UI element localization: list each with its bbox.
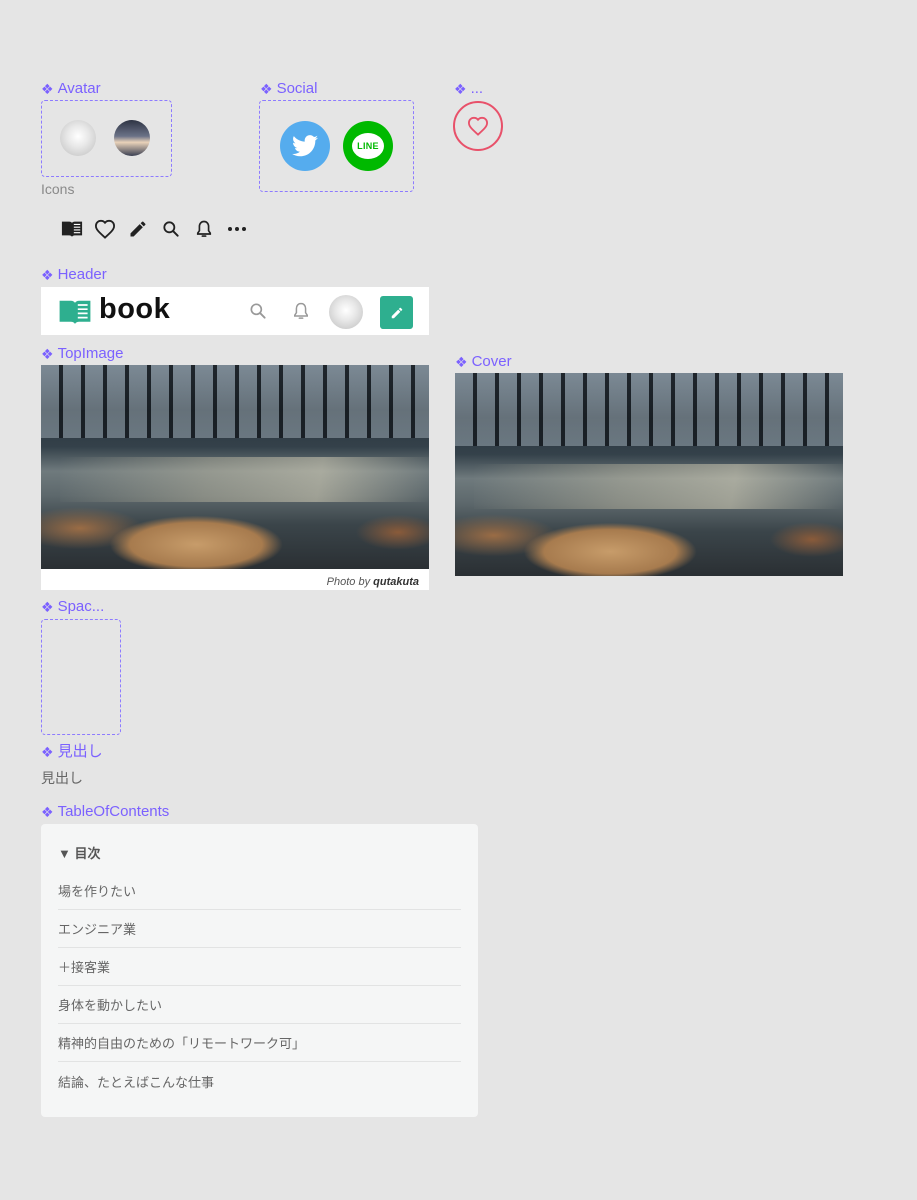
spacer-frame [41,619,121,735]
component-icon: ❖ [260,81,273,97]
component-icon: ❖ [41,744,54,760]
component-label-text: Spac... [57,598,105,615]
component-icon: ❖ [41,599,54,615]
component-label-ellipsis: ❖ ... [454,80,483,98]
toc-title[interactable]: ▼ 目次 [58,843,100,862]
component-label-text: ... [470,80,484,97]
caption-prefix: Photo by [326,576,371,588]
like-button[interactable] [453,101,503,151]
component-label-header: ❖ Header [41,266,107,284]
avatar[interactable] [329,295,363,329]
toc-item[interactable]: ＋接客業 [58,948,461,986]
component-icon: ❖ [41,267,54,283]
component-label-toc: ❖ TableOfContents [41,803,169,821]
component-label-cover: ❖ Cover [455,353,512,371]
top-image: Photo by qutakuta [41,365,429,590]
search-icon[interactable] [248,301,268,326]
component-label-text: 見出し [57,743,103,760]
component-label-text: TableOfContents [57,803,170,820]
toc-item[interactable]: 精神的自由のための「リモートワーク可」 [58,1024,461,1062]
component-label-avatar: ❖ Avatar [41,80,101,98]
component-label-text: Social [276,80,318,97]
photo-floor [474,464,843,509]
component-label-text: Header [57,266,107,283]
pencil-icon [391,307,402,318]
twitter-bird-icon [292,135,318,157]
photo-windows [41,365,429,439]
pencil-icon[interactable] [127,218,149,240]
heading-text: 見出し [41,770,83,786]
component-label-social: ❖ Social [260,80,317,98]
photo-windows [455,373,843,447]
edit-button[interactable] [380,296,413,329]
twitter-button[interactable] [280,121,330,171]
component-label-spacer: ❖ Spac... [41,598,104,616]
search-icon[interactable] [160,218,182,240]
book-logo-icon [57,298,93,331]
toc-item[interactable]: 場を作りたい [58,872,461,910]
toc-item[interactable]: 身体を動かしたい [58,986,461,1024]
component-icon: ❖ [41,81,54,97]
line-button[interactable]: LINE [343,121,393,171]
bell-icon[interactable] [291,300,311,327]
avatar[interactable] [114,120,150,156]
icon-row [61,218,248,240]
component-label-text: Avatar [57,80,101,97]
icons-label: Icons [41,181,75,197]
component-icon: ❖ [455,354,468,370]
heart-icon[interactable] [94,218,116,240]
line-logo-text: LINE [357,141,379,151]
component-icon: ❖ [454,81,467,97]
line-logo-icon: LINE [352,133,384,159]
toc-item[interactable]: エンジニア業 [58,910,461,948]
avatar[interactable] [60,120,96,156]
photo-floor [60,456,429,502]
table-of-contents: ▼ 目次 場を作りたい エンジニア業 ＋接客業 身体を動かしたい 精神的自由のた… [41,824,478,1117]
component-icon: ❖ [41,346,54,362]
component-label-text: Cover [471,353,512,370]
more-icon[interactable] [226,218,248,240]
component-label-heading: ❖ 見出し [41,743,103,761]
photo-caption: Photo by qutakuta [327,576,419,588]
component-label-topimage: ❖ TopImage [41,345,123,363]
top-image-photo [41,365,429,569]
toc-item[interactable]: 結論、たとえばこんな仕事 [58,1062,461,1100]
header-bar: book [41,287,429,335]
component-label-text: TopImage [57,345,124,362]
heart-icon [467,116,489,136]
cover-image [455,373,843,576]
caption-author: qutakuta [373,576,419,588]
component-icon: ❖ [41,804,54,820]
bell-icon[interactable] [193,218,215,240]
logo-text[interactable]: book [99,293,170,326]
book-icon[interactable] [61,218,83,240]
